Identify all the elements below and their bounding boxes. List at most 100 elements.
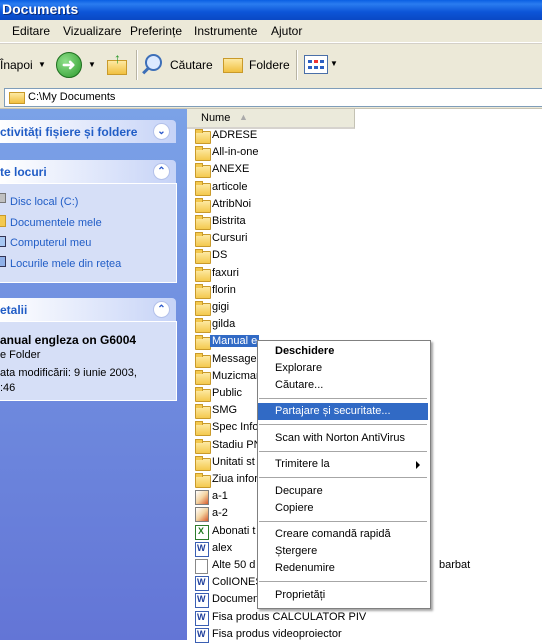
- forward-dropdown-icon[interactable]: ▼: [88, 60, 96, 69]
- back-label[interactable]: Înapoi: [0, 58, 33, 72]
- folder-icon: [195, 249, 211, 264]
- menu-help[interactable]: Ajutor: [271, 24, 302, 38]
- menu-edit[interactable]: Editare: [12, 24, 50, 38]
- drive-icon: [0, 193, 6, 203]
- menu-item-properties[interactable]: Proprietăți: [258, 587, 428, 604]
- menu-item-search[interactable]: Căutare...: [258, 377, 428, 394]
- file-tasks-header[interactable]: ctivități fișiere și foldere ⌄: [0, 120, 176, 143]
- menu-item-copy[interactable]: Copiere: [258, 500, 428, 517]
- folder-icon: [195, 439, 211, 454]
- list-item-label: All-in-one: [212, 146, 259, 158]
- folder-icon: [195, 473, 211, 488]
- folders-button[interactable]: Foldere: [221, 52, 291, 76]
- forward-button[interactable]: ➜: [56, 52, 82, 78]
- menu-item-cut[interactable]: Decupare: [258, 483, 428, 500]
- place-my-computer[interactable]: Computerul meu: [10, 237, 91, 249]
- title-bar[interactable]: Documents: [0, 0, 542, 20]
- menu-item-send-to[interactable]: Trimitere la: [258, 456, 428, 473]
- menu-item-create-shortcut[interactable]: Creare comandă rapidă: [258, 526, 428, 543]
- list-item-label-extra: barbat: [439, 559, 471, 571]
- folder-icon: [195, 318, 211, 333]
- image-icon: [195, 490, 209, 505]
- details-title: etalii: [0, 303, 28, 317]
- submenu-arrow-icon: [416, 461, 420, 469]
- menu-item-open[interactable]: Deschidere: [258, 343, 428, 360]
- list-item-label: Spec Info: [212, 421, 259, 433]
- place-local-disk[interactable]: Disc local (C:): [10, 196, 78, 208]
- list-item-label: Cursuri: [212, 232, 248, 244]
- folder-icon: [195, 301, 211, 316]
- other-places-header[interactable]: te locuri ⌃: [0, 160, 176, 183]
- place-network[interactable]: Locurile mele din rețea: [10, 258, 121, 270]
- list-item-label: florin: [212, 284, 236, 296]
- views-dropdown-icon: ▼: [330, 59, 338, 68]
- address-value: C:\My Documents: [28, 91, 116, 103]
- word-icon: [195, 628, 209, 643]
- details-name: anual engleza on G6004: [0, 333, 137, 347]
- excel-icon: [195, 525, 209, 540]
- toolbar: Înapoi ▼ ➜ ▼ ↑ Căutare Foldere ▼: [0, 43, 542, 87]
- details-modified-time: :46: [0, 382, 16, 394]
- views-icon: [304, 55, 328, 74]
- folders-icon: [223, 58, 243, 73]
- menu-tools[interactable]: Instrumente: [194, 24, 257, 38]
- list-item-label: Unitati st: [212, 456, 255, 468]
- address-bar: C:\My Documents: [0, 86, 542, 109]
- chevron-up-icon[interactable]: ⌃: [153, 163, 170, 180]
- folder-icon: [195, 404, 211, 419]
- details-header[interactable]: etalii ⌃: [0, 298, 176, 321]
- list-item-label: ANEXE: [212, 163, 250, 175]
- list-item-label: a-2: [212, 507, 228, 519]
- folder-icon: [195, 335, 211, 350]
- folder-icon: [195, 456, 211, 471]
- up-folder-button[interactable]: ↑: [107, 50, 129, 75]
- my-documents-icon: [0, 215, 6, 227]
- list-item-label: Muzicmar: [212, 370, 260, 382]
- image-icon: [195, 507, 209, 522]
- folder-icon: [195, 215, 211, 230]
- list-item-label: gigi: [212, 301, 230, 313]
- word-icon: [195, 542, 209, 557]
- search-label: Căutare: [170, 58, 213, 72]
- forward-arrow-icon: ➜: [62, 57, 76, 74]
- list-item-label: AtribNoi: [212, 198, 252, 210]
- column-name-label: Nume: [201, 112, 231, 124]
- menu-item-rename[interactable]: Redenumire: [258, 560, 428, 577]
- folder-icon: [9, 92, 25, 104]
- chevron-up-icon[interactable]: ⌃: [153, 301, 170, 318]
- list-item-label: ColIONES: [212, 576, 263, 588]
- folder-icon: [195, 353, 211, 368]
- other-places-body: Disc local (C:) Documentele mele Compute…: [0, 183, 177, 283]
- list-item-label: gilda: [212, 318, 236, 330]
- other-places-title: te locuri: [0, 165, 47, 179]
- place-my-documents[interactable]: Documentele mele: [10, 217, 102, 229]
- list-item-label: faxuri: [212, 267, 239, 279]
- menu-item-explore[interactable]: Explorare: [258, 360, 428, 377]
- views-button[interactable]: ▼: [303, 54, 339, 74]
- menu-favorites[interactable]: Preferințe: [130, 24, 182, 38]
- list-item-label: Public: [212, 387, 242, 399]
- search-button[interactable]: Căutare: [142, 52, 213, 76]
- file-tasks-title: ctivități fișiere și foldere: [0, 125, 138, 139]
- list-item-label: Fisa produs CALCULATOR PIV: [212, 611, 367, 623]
- folder-icon: [195, 181, 211, 196]
- my-computer-icon: [0, 236, 6, 247]
- list-item-label: Alte 50 d: [212, 559, 256, 571]
- menu-view[interactable]: Vizualizare: [63, 24, 121, 38]
- back-dropdown-icon[interactable]: ▼: [38, 60, 46, 69]
- menu-item-delete[interactable]: Ștergere: [258, 543, 428, 560]
- list-item-label: alex: [212, 542, 233, 554]
- context-menu: Deschidere Explorare Căutare... Partajar…: [257, 340, 431, 609]
- up-arrow-icon: ↑: [114, 50, 121, 66]
- address-field[interactable]: C:\My Documents: [4, 88, 542, 107]
- menu-item-norton-scan[interactable]: Scan with Norton AntiVirus: [258, 430, 428, 447]
- menu-item-sharing[interactable]: Partajare și securitate...: [258, 403, 428, 420]
- column-header-name[interactable]: Nume ▲: [187, 109, 355, 129]
- folder-icon: [195, 370, 211, 385]
- chevron-down-icon[interactable]: ⌄: [153, 123, 170, 140]
- folder-icon: [195, 387, 211, 402]
- list-item-label: Message: [212, 353, 257, 365]
- list-item-label: SMG: [212, 404, 238, 416]
- details-body: anual engleza on G6004 e Folder ata modi…: [0, 321, 177, 401]
- folder-icon: [195, 421, 211, 436]
